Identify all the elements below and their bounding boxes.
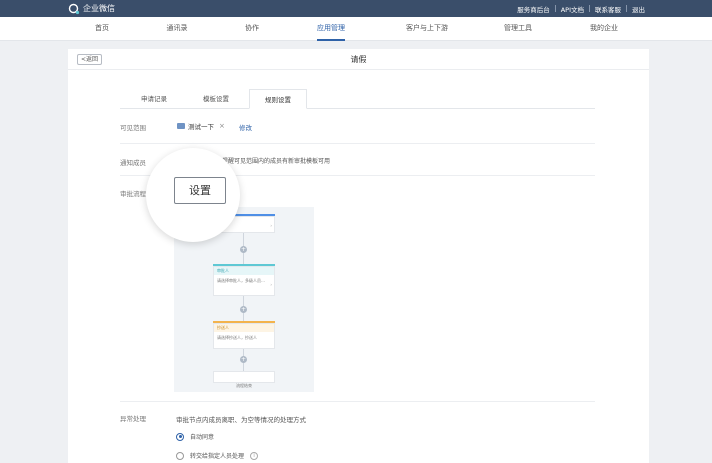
radio-label: 自动同意 [190, 434, 215, 441]
nav-admin-tools[interactable]: 管理工具 [504, 17, 532, 41]
remove-tag-icon[interactable]: × [219, 122, 225, 130]
nav-my-company[interactable]: 我的企业 [590, 17, 618, 41]
approver-text: 请选择审批人，多级人员… [217, 278, 265, 283]
divider [120, 401, 595, 402]
end-text: 流程结束 [236, 383, 252, 388]
notify-label: 通知成员 [120, 159, 146, 167]
radio-label: 转交给指定人员处理 [190, 453, 245, 460]
top-bar: 企业微信 服务商后台 API文档 联系客服 退出 [0, 0, 712, 17]
approval-flow-label: 审批流程 [120, 190, 146, 198]
cc-header: 抄送人 [214, 324, 274, 332]
app-name: 企业微信 [83, 4, 115, 13]
radio-button[interactable] [176, 432, 184, 441]
visible-range-tag: 测试一下 × [177, 121, 225, 131]
divider [120, 143, 595, 144]
folder-icon [177, 123, 185, 129]
modify-range-link[interactable]: 修改 [239, 122, 252, 132]
nav-home[interactable]: 首页 [95, 17, 109, 41]
radio-button[interactable] [176, 451, 184, 460]
cc-node[interactable]: 抄送人 请选择抄送人，抄送人 [213, 323, 275, 349]
add-node-icon[interactable]: + [240, 306, 247, 313]
radio-transfer[interactable]: 转交给指定人员处理 i [176, 451, 259, 460]
approver-header: 审批人 [214, 267, 274, 275]
nav-collaboration[interactable]: 协作 [245, 17, 259, 41]
nav-contacts[interactable]: 通讯录 [167, 17, 188, 41]
main-nav: 首页 通讯录 协作 应用管理 客户与上下游 管理工具 我的企业 [0, 17, 712, 41]
page-title: 请假 [350, 55, 367, 64]
end-node: 流程结束 [213, 371, 275, 388]
tab-records[interactable]: 申请记录 [125, 89, 183, 109]
card-header: <返回 请假 [68, 49, 649, 70]
app-logo[interactable]: 企业微信 [68, 2, 115, 15]
top-links: 服务商后台 API文档 联系客服 退出 [512, 0, 650, 17]
exception-label: 异常处理 [120, 415, 146, 423]
info-icon[interactable]: i [250, 451, 259, 460]
add-node-icon[interactable]: + [240, 356, 247, 363]
cc-text: 请选择抄送人，抄送人 [217, 335, 257, 340]
nav-customers[interactable]: 客户与上下游 [406, 17, 448, 41]
tab-bar: 申请记录 模板设置 规则设置 [120, 89, 595, 109]
nav-app-management[interactable]: 应用管理 [317, 17, 345, 41]
set-approval-flow-button[interactable]: 设置 [174, 177, 226, 204]
approver-node[interactable]: 审批人 请选择审批人，多级人员… › [213, 266, 275, 296]
chevron-right-icon: › [270, 282, 272, 287]
radio-auto-approve[interactable]: 自动同意 [176, 432, 214, 441]
tag-label: 测试一下 [188, 123, 214, 131]
wework-logo-icon [68, 3, 80, 14]
visible-range-label: 可见范围 [120, 124, 146, 132]
exception-description: 审批节点内成员离职、为空等情况的处理方式 [176, 416, 306, 424]
content-card: <返回 请假 申请记录 模板设置 规则设置 可见范围 测试一下 × 修改 通知成… [68, 49, 649, 463]
chevron-right-icon: › [270, 223, 272, 228]
logout-link[interactable]: 退出 [627, 4, 650, 14]
tab-template-settings[interactable]: 模板设置 [185, 89, 247, 109]
contact-support-link[interactable]: 联系客服 [590, 4, 626, 14]
notify-description: 向提醒可见范围内的成员有新审批模板可用 [216, 158, 331, 165]
add-node-icon[interactable]: + [240, 246, 247, 253]
api-docs-link[interactable]: API文档 [556, 4, 589, 14]
tab-rule-settings[interactable]: 规则设置 [249, 89, 307, 109]
service-provider-link[interactable]: 服务商后台 [512, 4, 555, 14]
